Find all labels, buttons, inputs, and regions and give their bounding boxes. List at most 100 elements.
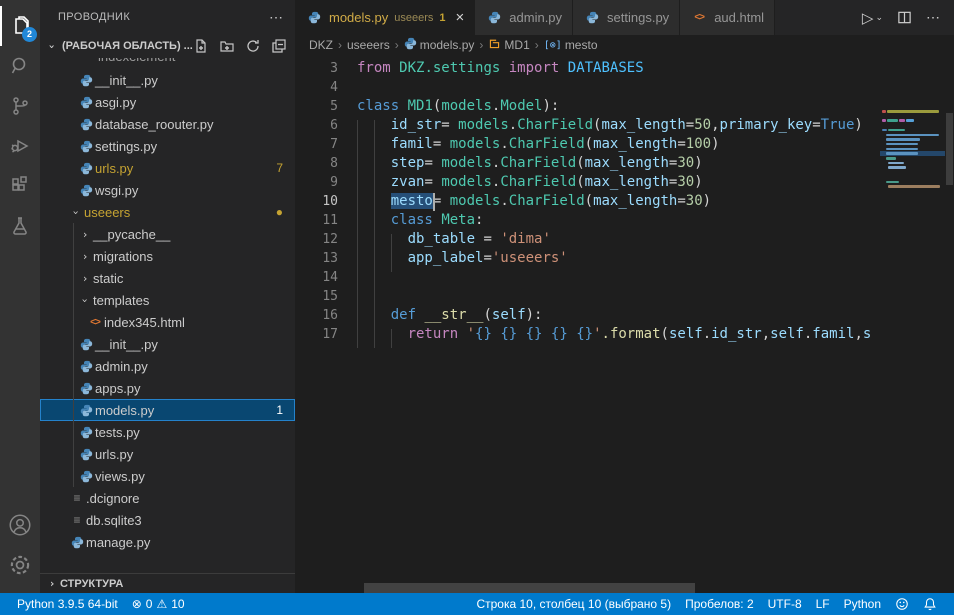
close-icon[interactable]: × — [456, 9, 465, 26]
twistie-icon: › — [77, 250, 93, 263]
horizontal-scrollbar[interactable] — [364, 583, 695, 593]
indentation-status[interactable]: Пробелов: 2 — [678, 593, 761, 615]
tree-item-__init__.py[interactable]: __init__.py — [40, 69, 295, 91]
code-line-5[interactable]: 5class MD1(models.Model): — [295, 97, 880, 116]
tab-admin-py[interactable]: admin.py — [475, 0, 573, 35]
code-line-4[interactable]: 4 — [295, 78, 880, 97]
code-line-14[interactable]: 14 — [295, 268, 880, 287]
sidebar-title: ПРОВОДНИК — [58, 11, 269, 23]
code-line-17[interactable]: 17 return '{} {} {} {} {}'.format(self.i… — [295, 325, 880, 344]
code-line-3[interactable]: 3from DKZ.settings import DATABASES — [295, 59, 880, 78]
tree-item-database_roouter.py[interactable]: database_roouter.py — [40, 113, 295, 135]
code-line-15[interactable]: 15 — [295, 287, 880, 306]
tree-item-.dcignore[interactable]: ≡.dcignore — [40, 487, 295, 509]
twistie-icon: › — [77, 272, 93, 285]
run-dropdown-icon[interactable]: ⌄ — [875, 12, 883, 23]
breadcrumb-DKZ[interactable]: DKZ — [309, 38, 333, 52]
tree-item-label: settings.py — [95, 139, 157, 154]
code-line-16[interactable]: 16 def __str__(self): — [295, 306, 880, 325]
eol-status[interactable]: LF — [809, 593, 837, 615]
tree-item-admin.py[interactable]: admin.py — [40, 355, 295, 377]
outline-section-header[interactable]: › СТРУКТУРА — [40, 573, 295, 593]
breadcrumb-separator-icon: › — [479, 38, 483, 52]
breadcrumb-models.py[interactable]: models.py — [404, 37, 475, 53]
code-area[interactable]: 3from DKZ.settings import DATABASES45cla… — [295, 55, 954, 583]
explorer-icon[interactable]: 2 — [0, 6, 40, 46]
python-file-icon — [485, 11, 503, 24]
run-debug-icon[interactable] — [0, 126, 40, 166]
code-line-10[interactable]: 10 mesto= models.CharField(max_length=30… — [295, 192, 880, 211]
breadcrumbs: DKZ›useeers›models.py›MD1›[⊗]mesto — [295, 35, 954, 55]
cursor-position-status[interactable]: Строка 10, столбец 10 (выбрано 5) — [469, 593, 678, 615]
language-status[interactable]: Python — [837, 593, 888, 615]
source-control-icon[interactable] — [0, 86, 40, 126]
tree-item-migrations[interactable]: ›migrations — [40, 245, 295, 267]
line-number: 5 — [295, 97, 338, 116]
code-line-8[interactable]: 8 step= models.CharField(max_length=30) — [295, 154, 880, 173]
code-line-7[interactable]: 7 famil= models.CharField(max_length=100… — [295, 135, 880, 154]
clipped-tree-item[interactable]: indexelement — [40, 58, 295, 69]
breadcrumb-useeers[interactable]: useeers — [347, 38, 390, 52]
tree-item-useeers[interactable]: ›useeers● — [40, 201, 295, 223]
tree-item-urls.py[interactable]: urls.py — [40, 443, 295, 465]
more-actions-icon[interactable]: ⋯ — [926, 9, 940, 26]
tree-item-tests.py[interactable]: tests.py — [40, 421, 295, 443]
split-editor-icon[interactable] — [897, 10, 912, 25]
tree-item-static[interactable]: ›static — [40, 267, 295, 289]
tree-item-apps.py[interactable]: apps.py — [40, 377, 295, 399]
tree-item-asgi.py[interactable]: asgi.py — [40, 91, 295, 113]
tree-item-templates[interactable]: ›templates — [40, 289, 295, 311]
tree-item-settings.py[interactable]: settings.py — [40, 135, 295, 157]
code-line-6[interactable]: 6 id_str= models.CharField(max_length=50… — [295, 116, 880, 135]
scrollbar-thumb[interactable] — [946, 113, 953, 185]
tree-item-views.py[interactable]: views.py — [40, 465, 295, 487]
line-number: 8 — [295, 154, 338, 173]
tree-item-label: wsgi.py — [95, 183, 138, 198]
refresh-icon[interactable] — [245, 38, 261, 54]
breadcrumb-mesto[interactable]: [⊗]mesto — [544, 38, 598, 52]
tree-item-manage.py[interactable]: manage.py — [40, 531, 295, 553]
tab-models-py[interactable]: models.py useeers 1 × — [295, 0, 475, 35]
code-line-9[interactable]: 9 zvan= models.CharField(max_length=30) — [295, 173, 880, 192]
tree-item-__pycache__[interactable]: ›__pycache__ — [40, 223, 295, 245]
python-interpreter-status[interactable]: Python 3.9.5 64-bit — [10, 593, 125, 615]
line-number: 3 — [295, 59, 338, 78]
new-folder-icon[interactable] — [219, 38, 235, 54]
new-file-icon[interactable] — [193, 38, 209, 54]
tree-item-wsgi.py[interactable]: wsgi.py — [40, 179, 295, 201]
python-file-icon — [77, 96, 95, 109]
code-line-12[interactable]: 12 db_table = 'dima' — [295, 230, 880, 249]
search-icon[interactable] — [0, 46, 40, 86]
extensions-icon[interactable] — [0, 166, 40, 206]
run-button[interactable]: ▷⌄ — [862, 9, 883, 27]
testing-flask-icon[interactable] — [0, 206, 40, 246]
code-line-13[interactable]: 13 app_label='useeers' — [295, 249, 880, 268]
twistie-icon: › — [70, 204, 83, 220]
breadcrumb-label: useeers — [347, 38, 390, 52]
problems-status[interactable]: ⊗ 0 ⚠ 10 — [125, 593, 192, 615]
notifications-bell-icon[interactable] — [916, 593, 944, 615]
tree-item-label: __init__.py — [95, 337, 158, 352]
account-icon[interactable] — [0, 505, 40, 545]
tree-item-label: templates — [93, 293, 149, 308]
tab-aud-html[interactable]: <> aud.html — [680, 0, 775, 35]
tab-settings-py[interactable]: settings.py — [573, 0, 680, 35]
tree-item-index345.html[interactable]: <>index345.html — [40, 311, 295, 333]
breadcrumb-MD1[interactable]: MD1 — [488, 37, 529, 53]
overview-ruler[interactable] — [945, 110, 954, 583]
tree-item-urls.py[interactable]: urls.py7 — [40, 157, 295, 179]
minimap[interactable] — [880, 110, 945, 583]
sidebar-more-icon[interactable]: ⋯ — [269, 9, 283, 26]
tree-item-__init__.py[interactable]: __init__.py — [40, 333, 295, 355]
encoding-status[interactable]: UTF-8 — [761, 593, 809, 615]
tree-item-db.sqlite3[interactable]: ≡db.sqlite3 — [40, 509, 295, 531]
minimap-line — [882, 119, 886, 122]
line-content: famil= models.CharField(max_length=100) — [338, 135, 720, 154]
collapse-all-icon[interactable] — [271, 38, 287, 54]
code-line-11[interactable]: 11 class Meta: — [295, 211, 880, 230]
workspace-section-header[interactable]: › (РАБОЧАЯ ОБЛАСТЬ) ... — [40, 34, 295, 58]
settings-gear-icon[interactable] — [0, 545, 40, 585]
feedback-icon[interactable] — [888, 593, 916, 615]
tree-item-models.py[interactable]: models.py1 — [40, 399, 295, 421]
line-number: 4 — [295, 78, 338, 97]
